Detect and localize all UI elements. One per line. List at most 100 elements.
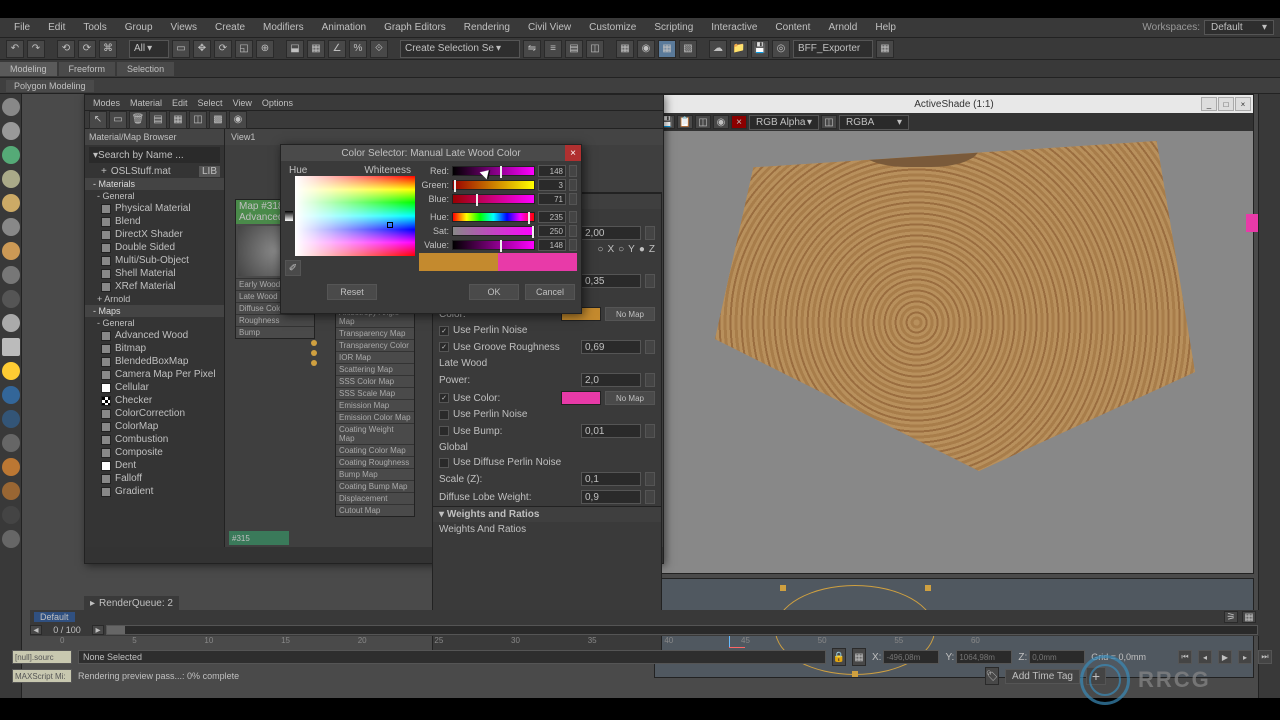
- place-button[interactable]: ⊕: [256, 40, 274, 58]
- ribbon-modeling[interactable]: Modeling: [0, 62, 57, 76]
- cloud-button[interactable]: ☁: [709, 40, 727, 58]
- weights-header[interactable]: ▾ Weights and Ratios: [433, 506, 661, 522]
- alpha-select[interactable]: RGB Alpha▾: [749, 115, 819, 130]
- arnold-section[interactable]: + Arnold: [85, 293, 224, 305]
- eyedropper-button[interactable]: ✐: [285, 260, 301, 276]
- workspace-select[interactable]: Default▾: [1204, 20, 1274, 35]
- tool-icon[interactable]: [2, 170, 20, 188]
- ref-button[interactable]: ⬓: [286, 40, 304, 58]
- value-slider[interactable]: [452, 240, 535, 250]
- tool-icon[interactable]: [2, 122, 20, 140]
- align-button[interactable]: ≡: [544, 40, 562, 58]
- layout-button[interactable]: ▦: [169, 111, 187, 129]
- map-item[interactable]: Falloff: [85, 472, 224, 485]
- redo-button[interactable]: ↷: [27, 40, 45, 58]
- tool-icon[interactable]: [2, 530, 20, 548]
- undo-button[interactable]: ↶: [6, 40, 24, 58]
- general-section[interactable]: - General: [85, 190, 224, 202]
- toggle-button[interactable]: ◉: [713, 115, 729, 129]
- bump-input[interactable]: 0,01: [581, 424, 641, 438]
- green-slider[interactable]: [452, 180, 535, 190]
- snap-button[interactable]: ▦: [307, 40, 325, 58]
- menu-grapheditors[interactable]: Graph Editors: [376, 20, 454, 35]
- spinner[interactable]: [569, 193, 577, 205]
- browser-search[interactable]: ▾ Search by Name ...: [89, 147, 220, 163]
- color-marker[interactable]: [387, 222, 393, 228]
- menu-animation[interactable]: Animation: [314, 20, 374, 35]
- osl-lib[interactable]: +OSLStuff.matLIB: [85, 165, 224, 178]
- tool-icon[interactable]: [2, 338, 20, 356]
- assign-button[interactable]: ◫: [189, 111, 207, 129]
- blackness-strip[interactable]: [285, 211, 293, 221]
- spinner[interactable]: [645, 424, 655, 438]
- me-view[interactable]: View: [229, 98, 256, 108]
- copy-button[interactable]: 📋: [677, 115, 693, 129]
- hue-value[interactable]: 235: [538, 211, 566, 223]
- spinner[interactable]: [645, 226, 655, 240]
- me-modes[interactable]: Modes: [89, 98, 124, 108]
- mat-item[interactable]: DirectX Shader: [85, 228, 224, 241]
- select-button[interactable]: ▭: [172, 40, 190, 58]
- lock-icon[interactable]: 🔒: [832, 648, 846, 666]
- lobew-input[interactable]: 0,9: [581, 490, 641, 504]
- spinner[interactable]: [645, 274, 655, 288]
- cancel-button[interactable]: Cancel: [525, 284, 575, 300]
- node-tag[interactable]: #315: [229, 531, 289, 545]
- perlin2-check[interactable]: [439, 410, 449, 420]
- coord-mode[interactable]: ▦: [852, 648, 866, 666]
- maps-section[interactable]: - Maps: [85, 305, 224, 317]
- timeline-scroll[interactable]: [106, 625, 1258, 635]
- map-item[interactable]: Dent: [85, 459, 224, 472]
- tool-icon[interactable]: [2, 314, 20, 332]
- reset-button[interactable]: Reset: [327, 284, 377, 300]
- tool-icon[interactable]: [2, 242, 20, 260]
- filter-drop[interactable]: All▾: [129, 40, 169, 58]
- bump-check[interactable]: [439, 426, 449, 436]
- bind-button[interactable]: ⌘: [99, 40, 117, 58]
- maxscript-input[interactable]: MAXScript Mi:: [12, 669, 72, 683]
- node-button[interactable]: ▭: [109, 111, 127, 129]
- tag-icon[interactable]: 🏷: [985, 667, 999, 685]
- roughness-input[interactable]: 0,35: [581, 274, 641, 288]
- channel-button[interactable]: ◫: [821, 115, 837, 129]
- menu-customize[interactable]: Customize: [581, 20, 644, 35]
- blue-slider[interactable]: [452, 194, 535, 204]
- map-item[interactable]: Checker: [85, 394, 224, 407]
- view-tab[interactable]: View1: [225, 129, 663, 145]
- menu-help[interactable]: Help: [867, 20, 904, 35]
- tool-icon[interactable]: [2, 194, 20, 212]
- tl-left[interactable]: ◂: [30, 625, 42, 635]
- key-icon[interactable]: ▦: [1242, 611, 1256, 623]
- me-edit[interactable]: Edit: [168, 98, 192, 108]
- blue-value[interactable]: 71: [538, 193, 566, 205]
- clear-button[interactable]: ×: [731, 115, 747, 129]
- sat-slider[interactable]: [452, 226, 535, 236]
- matedit-button[interactable]: ◉: [637, 40, 655, 58]
- mat-item[interactable]: Double Sided: [85, 241, 224, 254]
- tool-icon[interactable]: [2, 506, 20, 524]
- spinner[interactable]: [569, 239, 577, 251]
- spinner[interactable]: [569, 211, 577, 223]
- link-button[interactable]: ⟲: [57, 40, 75, 58]
- save-button[interactable]: 💾: [751, 40, 769, 58]
- move-child-button[interactable]: ▤: [149, 111, 167, 129]
- map-item[interactable]: ColorMap: [85, 420, 224, 433]
- red-value[interactable]: 148: [538, 165, 566, 177]
- scale-button[interactable]: ◱: [235, 40, 253, 58]
- menu-arnold[interactable]: Arnold: [820, 20, 865, 35]
- menu-file[interactable]: File: [6, 20, 38, 35]
- tool-icon[interactable]: [2, 410, 20, 428]
- ribbon-freeform[interactable]: Freeform: [59, 62, 116, 76]
- add-time-tag[interactable]: Add Time Tag: [1005, 669, 1080, 684]
- spinner[interactable]: [569, 179, 577, 191]
- close-button[interactable]: ×: [565, 145, 581, 161]
- right-panel-collapsed[interactable]: [1258, 94, 1280, 698]
- tool-icon[interactable]: [2, 146, 20, 164]
- menu-interactive[interactable]: Interactive: [703, 20, 765, 35]
- show-button[interactable]: ▩: [209, 111, 227, 129]
- tl-right[interactable]: ▸: [92, 625, 104, 635]
- spinner[interactable]: [645, 490, 655, 504]
- open-button[interactable]: 📁: [730, 40, 748, 58]
- map-item[interactable]: BlendedBoxMap: [85, 355, 224, 368]
- groove-check[interactable]: ✓: [439, 342, 449, 352]
